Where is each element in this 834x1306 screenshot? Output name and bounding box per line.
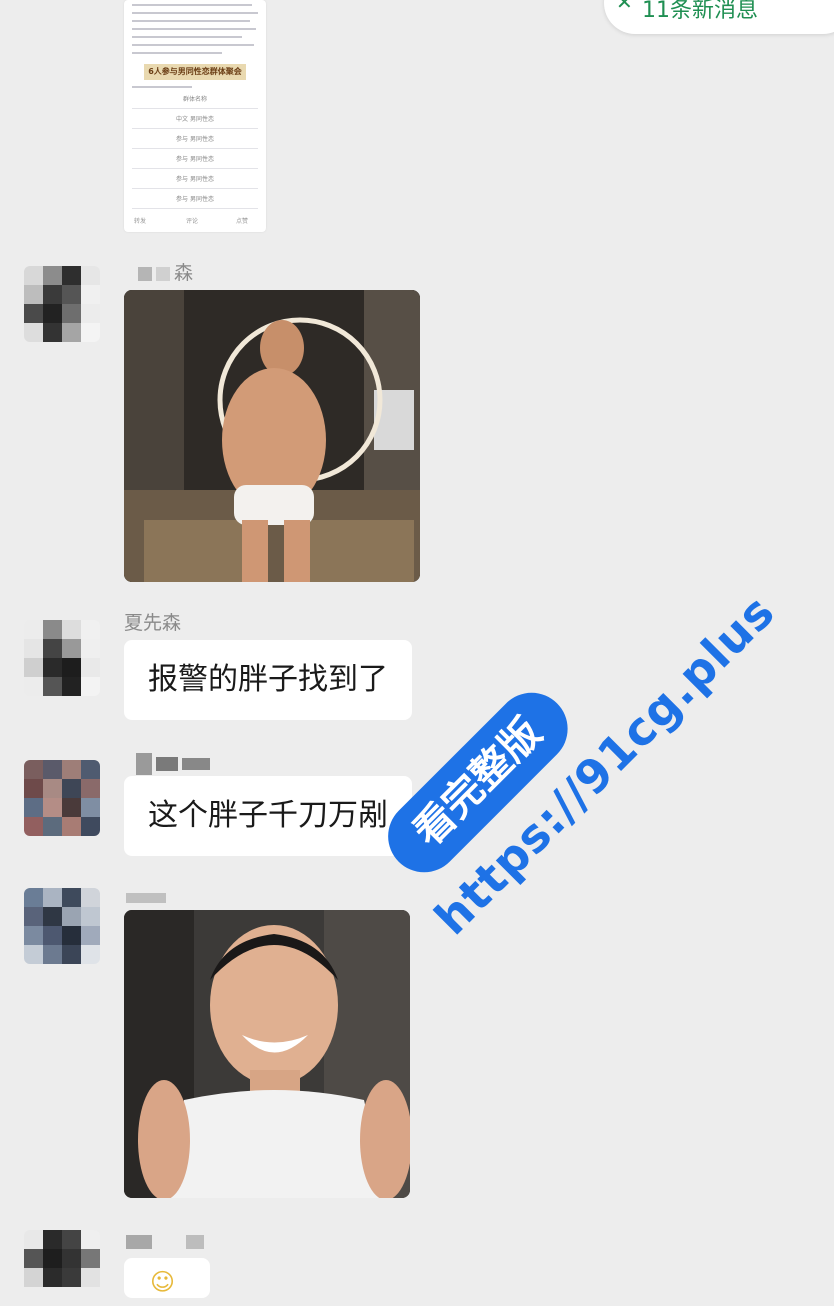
photo-message[interactable] [124, 290, 420, 582]
emoji-icon: ☺ [150, 1268, 176, 1296]
avatar[interactable] [24, 620, 100, 696]
document-footer-share: 转发 [134, 218, 147, 225]
sender-name-mosaic [136, 752, 214, 775]
message-bubble[interactable]: 报警的胖子找到了 [124, 640, 412, 720]
watermark-url: https://91cg.plus [424, 584, 786, 946]
avatar[interactable] [24, 266, 100, 342]
photo-smiling-man [124, 910, 410, 1198]
message-bubble-partial[interactable]: ☺ [124, 1258, 210, 1298]
sender-name: 森 [138, 258, 193, 285]
document-footer-comment: 评论 [186, 218, 199, 225]
document-row: 参与 男同性恋 [132, 192, 258, 209]
document-row: 群体名称 [132, 92, 258, 109]
document-row: 参与 男同性恋 [132, 152, 258, 169]
sender-name-mosaic [126, 886, 170, 908]
avatar[interactable] [24, 1230, 100, 1306]
document-title: 6人参与男同性恋群体聚会 [144, 64, 246, 80]
document-row: 参与 男同性恋 [132, 132, 258, 149]
photo-ring-light-man [124, 290, 420, 582]
photo-message[interactable] [124, 910, 410, 1198]
document-image-message[interactable]: 6人参与男同性恋群体聚会 群体名称 中文 男同性恋 参与 男同性恋 参与 男同性… [124, 0, 266, 232]
sender-name: 夏先森 [124, 612, 182, 634]
new-messages-label: 11条新消息 [642, 0, 758, 23]
message-bubble[interactable]: 这个胖子千刀万剐 [124, 776, 412, 856]
document-row: 中文 男同性恋 [132, 112, 258, 129]
sender-name-mosaic [126, 1230, 208, 1252]
document-row: 参与 男同性恋 [132, 172, 258, 189]
close-icon[interactable]: ✕ [616, 0, 633, 14]
avatar[interactable] [24, 760, 100, 836]
new-messages-pill[interactable]: ✕ 11条新消息 [604, 0, 834, 34]
document-footer-like: 点赞 [236, 218, 249, 225]
avatar[interactable] [24, 888, 100, 964]
